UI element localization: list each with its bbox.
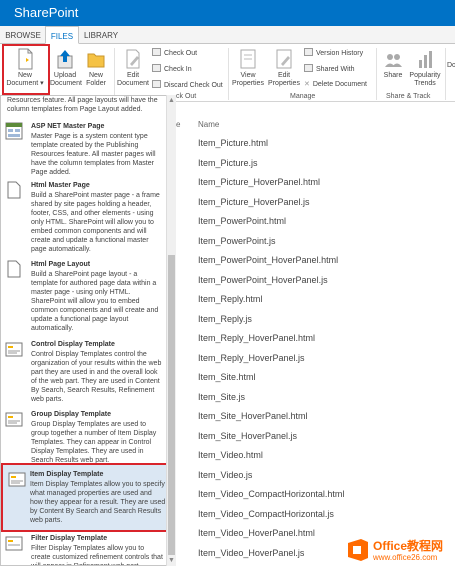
file-row[interactable]: Item_Picture.html <box>198 138 268 148</box>
app-title[interactable]: SharePoint <box>14 5 78 20</box>
tab-browse[interactable]: BROWSE <box>4 26 42 44</box>
ribbon-separator <box>445 48 446 100</box>
display-template-icon <box>5 412 23 427</box>
file-row[interactable]: Item_PowerPoint.js <box>198 236 276 246</box>
file-row[interactable]: Item_Reply_HoverPanel.html <box>198 333 315 343</box>
menu-scrollbar[interactable]: ▲ ▼ <box>166 95 176 566</box>
folder-icon <box>87 53 105 68</box>
html-file-icon <box>7 260 21 278</box>
ribbon-tabs: BROWSE FILES LIBRARY <box>0 26 455 44</box>
file-row[interactable]: Item_Video_CompactHorizontal.html <box>198 489 344 499</box>
ribbon-separator <box>228 48 229 100</box>
file-row[interactable]: Item_Video.js <box>198 470 252 480</box>
scroll-up-icon[interactable]: ▲ <box>168 97 175 104</box>
version-history-icon <box>304 48 313 56</box>
file-row[interactable]: Item_PowerPoint_HoverPanel.js <box>198 275 328 285</box>
highlight-new-document <box>2 44 50 95</box>
popularity-trends-icon <box>419 51 432 68</box>
discard-check-out-icon <box>152 80 161 88</box>
version-history-button[interactable]: Version History <box>304 48 363 57</box>
edit-properties-button[interactable]: Edit Properties <box>266 48 302 88</box>
view-properties-icon <box>240 49 256 69</box>
ribbon-separator <box>114 48 115 100</box>
office-logo-icon <box>348 539 368 561</box>
file-row[interactable]: Item_Site.html <box>198 372 256 382</box>
file-row[interactable]: Item_Site_HoverPanel.html <box>198 411 308 421</box>
upload-document-button[interactable]: Upload Document <box>50 48 82 88</box>
watermark-url: www.office26.com <box>373 553 438 562</box>
file-list: e Name Item_Picture.html Item_Picture.js… <box>176 102 455 566</box>
file-row[interactable]: Item_Video_HoverPanel.html <box>198 528 315 538</box>
display-template-icon <box>5 536 23 551</box>
file-row[interactable]: Item_Site_HoverPanel.js <box>198 431 297 441</box>
tab-library[interactable]: LIBRARY <box>82 26 120 44</box>
delete-icon: ✕ <box>304 81 310 88</box>
edit-document-icon <box>126 49 140 69</box>
popularity-trends-button[interactable]: Popularity Trends <box>406 48 444 88</box>
display-template-icon <box>5 342 23 357</box>
ribbon-separator <box>376 48 377 100</box>
suite-bar: SharePoint <box>0 0 455 26</box>
ribbon: New Document ▾ Upload Document New Folde… <box>0 44 455 102</box>
scrollbar-thumb[interactable] <box>168 255 175 555</box>
delete-document-button[interactable]: ✕ Delete Document <box>304 80 367 88</box>
shared-with-icon <box>304 64 313 72</box>
file-row[interactable]: Item_Reply.html <box>198 294 262 304</box>
column-marker: e <box>176 120 181 129</box>
file-row[interactable]: Item_PowerPoint_HoverPanel.html <box>198 255 338 265</box>
check-out-button[interactable]: Check Out <box>152 48 197 57</box>
tab-files[interactable]: FILES <box>45 26 79 44</box>
check-out-icon <box>152 48 161 56</box>
file-row[interactable]: Item_Picture.js <box>198 158 258 168</box>
upload-icon <box>57 50 73 69</box>
edit-document-button[interactable]: Edit Document <box>116 48 150 88</box>
file-row[interactable]: Item_Picture_HoverPanel.html <box>198 177 320 187</box>
file-row[interactable]: Item_Video.html <box>198 450 263 460</box>
file-row[interactable]: Item_PowerPoint.html <box>198 216 286 226</box>
file-row[interactable]: Item_Reply_HoverPanel.js <box>198 353 305 363</box>
master-page-icon <box>5 122 23 140</box>
new-folder-button[interactable]: New Folder <box>82 48 110 88</box>
html-file-icon <box>7 181 21 199</box>
file-row[interactable]: Item_Site.js <box>198 392 245 402</box>
discard-check-out-button[interactable]: Discard Check Out <box>152 80 223 89</box>
file-row[interactable]: Item_Video_CompactHorizontal.js <box>198 509 334 519</box>
check-in-button[interactable]: Check In <box>152 64 192 73</box>
file-row[interactable]: Item_Reply.js <box>198 314 252 324</box>
share-icon <box>385 54 402 67</box>
group-label-manage: Manage <box>290 93 316 100</box>
column-header-name[interactable]: Name <box>198 120 219 129</box>
shared-with-button[interactable]: Shared With <box>304 64 355 73</box>
group-label-open-check-out: ck Out <box>176 93 197 100</box>
ribbon-cutoff-button[interactable]: Do <box>447 62 455 70</box>
file-row[interactable]: Item_Video_HoverPanel.js <box>198 548 304 558</box>
group-label-share-track: Share & Track <box>386 93 431 100</box>
file-row[interactable]: Item_Picture_HoverPanel.js <box>198 197 310 207</box>
edit-properties-icon <box>276 49 292 69</box>
watermark: Office教程网 www.office26.com <box>345 535 455 566</box>
view-properties-button[interactable]: View Properties <box>230 48 266 88</box>
check-in-icon <box>152 64 161 72</box>
scroll-down-icon[interactable]: ▼ <box>168 557 175 564</box>
share-button[interactable]: Share <box>380 48 406 80</box>
watermark-title: Office教程网 <box>373 539 444 553</box>
display-template-icon <box>8 472 26 487</box>
